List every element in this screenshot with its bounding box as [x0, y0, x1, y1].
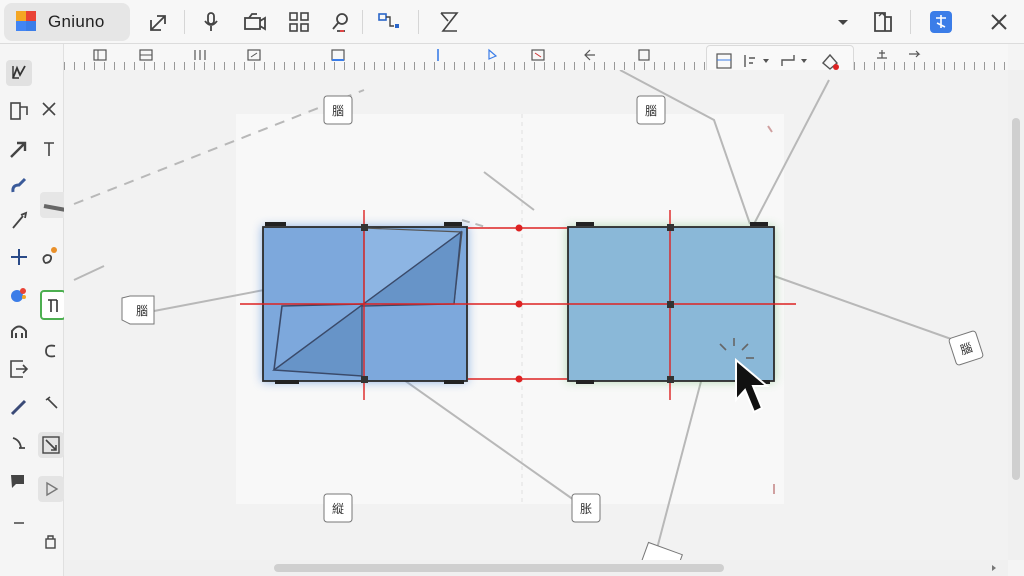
camera-icon[interactable]: [242, 9, 268, 35]
top-toolbar: Gniuno: [0, 0, 1024, 44]
svg-text:縦: 縦: [332, 502, 344, 516]
curve-icon[interactable]: [38, 338, 64, 364]
ruler-marker-icon[interactable]: [246, 48, 262, 62]
label-box-left[interactable]: 腦: [121, 295, 155, 325]
resize-tool-button[interactable]: [38, 432, 64, 458]
ruler-marker-icon[interactable]: [874, 48, 890, 62]
hourglass-icon[interactable]: [436, 9, 462, 35]
paint-icon[interactable]: [6, 282, 32, 308]
play-icon: [46, 481, 59, 497]
dropdown-caret-icon[interactable]: [830, 9, 856, 35]
diagram-layer: 腦 腦 腦 腦 縦 胀: [73, 70, 984, 560]
frame-tool-button[interactable]: [40, 290, 66, 320]
app-menu-button[interactable]: Gniuno: [4, 3, 130, 41]
ruler-marker-icon[interactable]: [582, 48, 598, 62]
plus-icon[interactable]: [6, 244, 32, 270]
label-box-right[interactable]: 腦: [948, 330, 984, 366]
frame-icon: [48, 299, 58, 312]
svg-text:腦: 腦: [645, 103, 657, 118]
connector-icon[interactable]: [376, 9, 402, 35]
svg-text:腦: 腦: [136, 303, 148, 318]
share-icon[interactable]: [870, 9, 896, 35]
lock-icon[interactable]: [38, 528, 64, 554]
comment-icon[interactable]: [6, 468, 32, 494]
svg-text:胀: 胀: [580, 502, 592, 516]
toolbar-divider: [418, 10, 419, 34]
ruler-marker-icon[interactable]: [530, 48, 546, 62]
dropdown-caret-icon[interactable]: [799, 54, 809, 68]
frame-tool-icon[interactable]: [6, 98, 32, 124]
toolbar-divider: [910, 10, 911, 34]
ruler-marker-icon[interactable]: [330, 48, 346, 62]
vertical-scroll-thumb[interactable]: [1012, 118, 1020, 480]
hammer-icon[interactable]: [38, 390, 64, 416]
brush-icon[interactable]: [6, 172, 32, 198]
tool-palette: [0, 44, 70, 576]
horizontal-ruler: [64, 44, 1008, 70]
resize-icon: [42, 436, 60, 454]
toolbar-divider: [184, 10, 185, 34]
fill-color-icon[interactable]: [819, 51, 841, 71]
dropdown-caret-icon[interactable]: [761, 54, 771, 68]
svg-text:腦: 腦: [332, 103, 344, 118]
ruler-marker-icon[interactable]: [192, 48, 208, 62]
layout-icon[interactable]: [715, 52, 733, 70]
node-icon[interactable]: [36, 244, 62, 270]
app-badge-icon[interactable]: [928, 9, 954, 35]
play-button[interactable]: [38, 476, 64, 502]
text-icon[interactable]: [36, 136, 62, 162]
scissors-icon[interactable]: [6, 208, 32, 234]
minus-icon[interactable]: [6, 510, 32, 536]
align-icon[interactable]: [741, 52, 759, 70]
grid-icon[interactable]: [286, 9, 312, 35]
pencil-icon[interactable]: [6, 394, 32, 420]
app-title: Gniuno: [48, 12, 105, 31]
pop-out-icon[interactable]: [146, 9, 172, 35]
app-logo-icon: [16, 11, 38, 33]
ruler-marker-icon[interactable]: [92, 48, 108, 62]
select-tool-button[interactable]: [6, 60, 32, 86]
drawing-canvas[interactable]: 腦 腦 腦 腦 縦 胀: [64, 70, 1008, 560]
ruler-marker-icon[interactable]: [484, 48, 500, 62]
ruler-ticks: [64, 62, 1008, 70]
ruler-marker-icon[interactable]: [906, 48, 922, 62]
eraser-icon[interactable]: [6, 430, 32, 456]
search-person-icon[interactable]: [328, 9, 354, 35]
app-window: Gniuno 腦 腦 腦 腦 縦 胀: [0, 0, 1024, 576]
horizontal-scroll-thumb[interactable]: [274, 564, 724, 572]
ruler-marker-icon[interactable]: [138, 48, 154, 62]
connector-style-icon[interactable]: [779, 52, 797, 70]
horizontal-scrollbar[interactable]: [64, 560, 1008, 576]
close-icon[interactable]: [986, 9, 1012, 35]
label-box-bottom-mid[interactable]: 胀: [571, 493, 601, 523]
label-box-top-mid[interactable]: 腦: [636, 95, 666, 125]
export-icon[interactable]: [6, 356, 32, 382]
ruler-marker-icon[interactable]: [430, 48, 446, 62]
label-box-offscreen[interactable]: [641, 541, 683, 560]
microphone-icon[interactable]: [198, 9, 224, 35]
label-box-top-left[interactable]: 腦: [323, 95, 353, 125]
toolbar-divider: [362, 10, 363, 34]
arrow-icon[interactable]: [6, 136, 32, 162]
select-icon: [12, 65, 26, 79]
vertical-scrollbar[interactable]: [1008, 70, 1024, 560]
scroll-right-icon[interactable]: [990, 564, 998, 572]
label-box-bottom-left[interactable]: 縦: [323, 493, 353, 523]
crop-icon[interactable]: [36, 96, 62, 122]
ruler-marker-icon[interactable]: [636, 48, 652, 62]
person-icon[interactable]: [6, 318, 32, 344]
